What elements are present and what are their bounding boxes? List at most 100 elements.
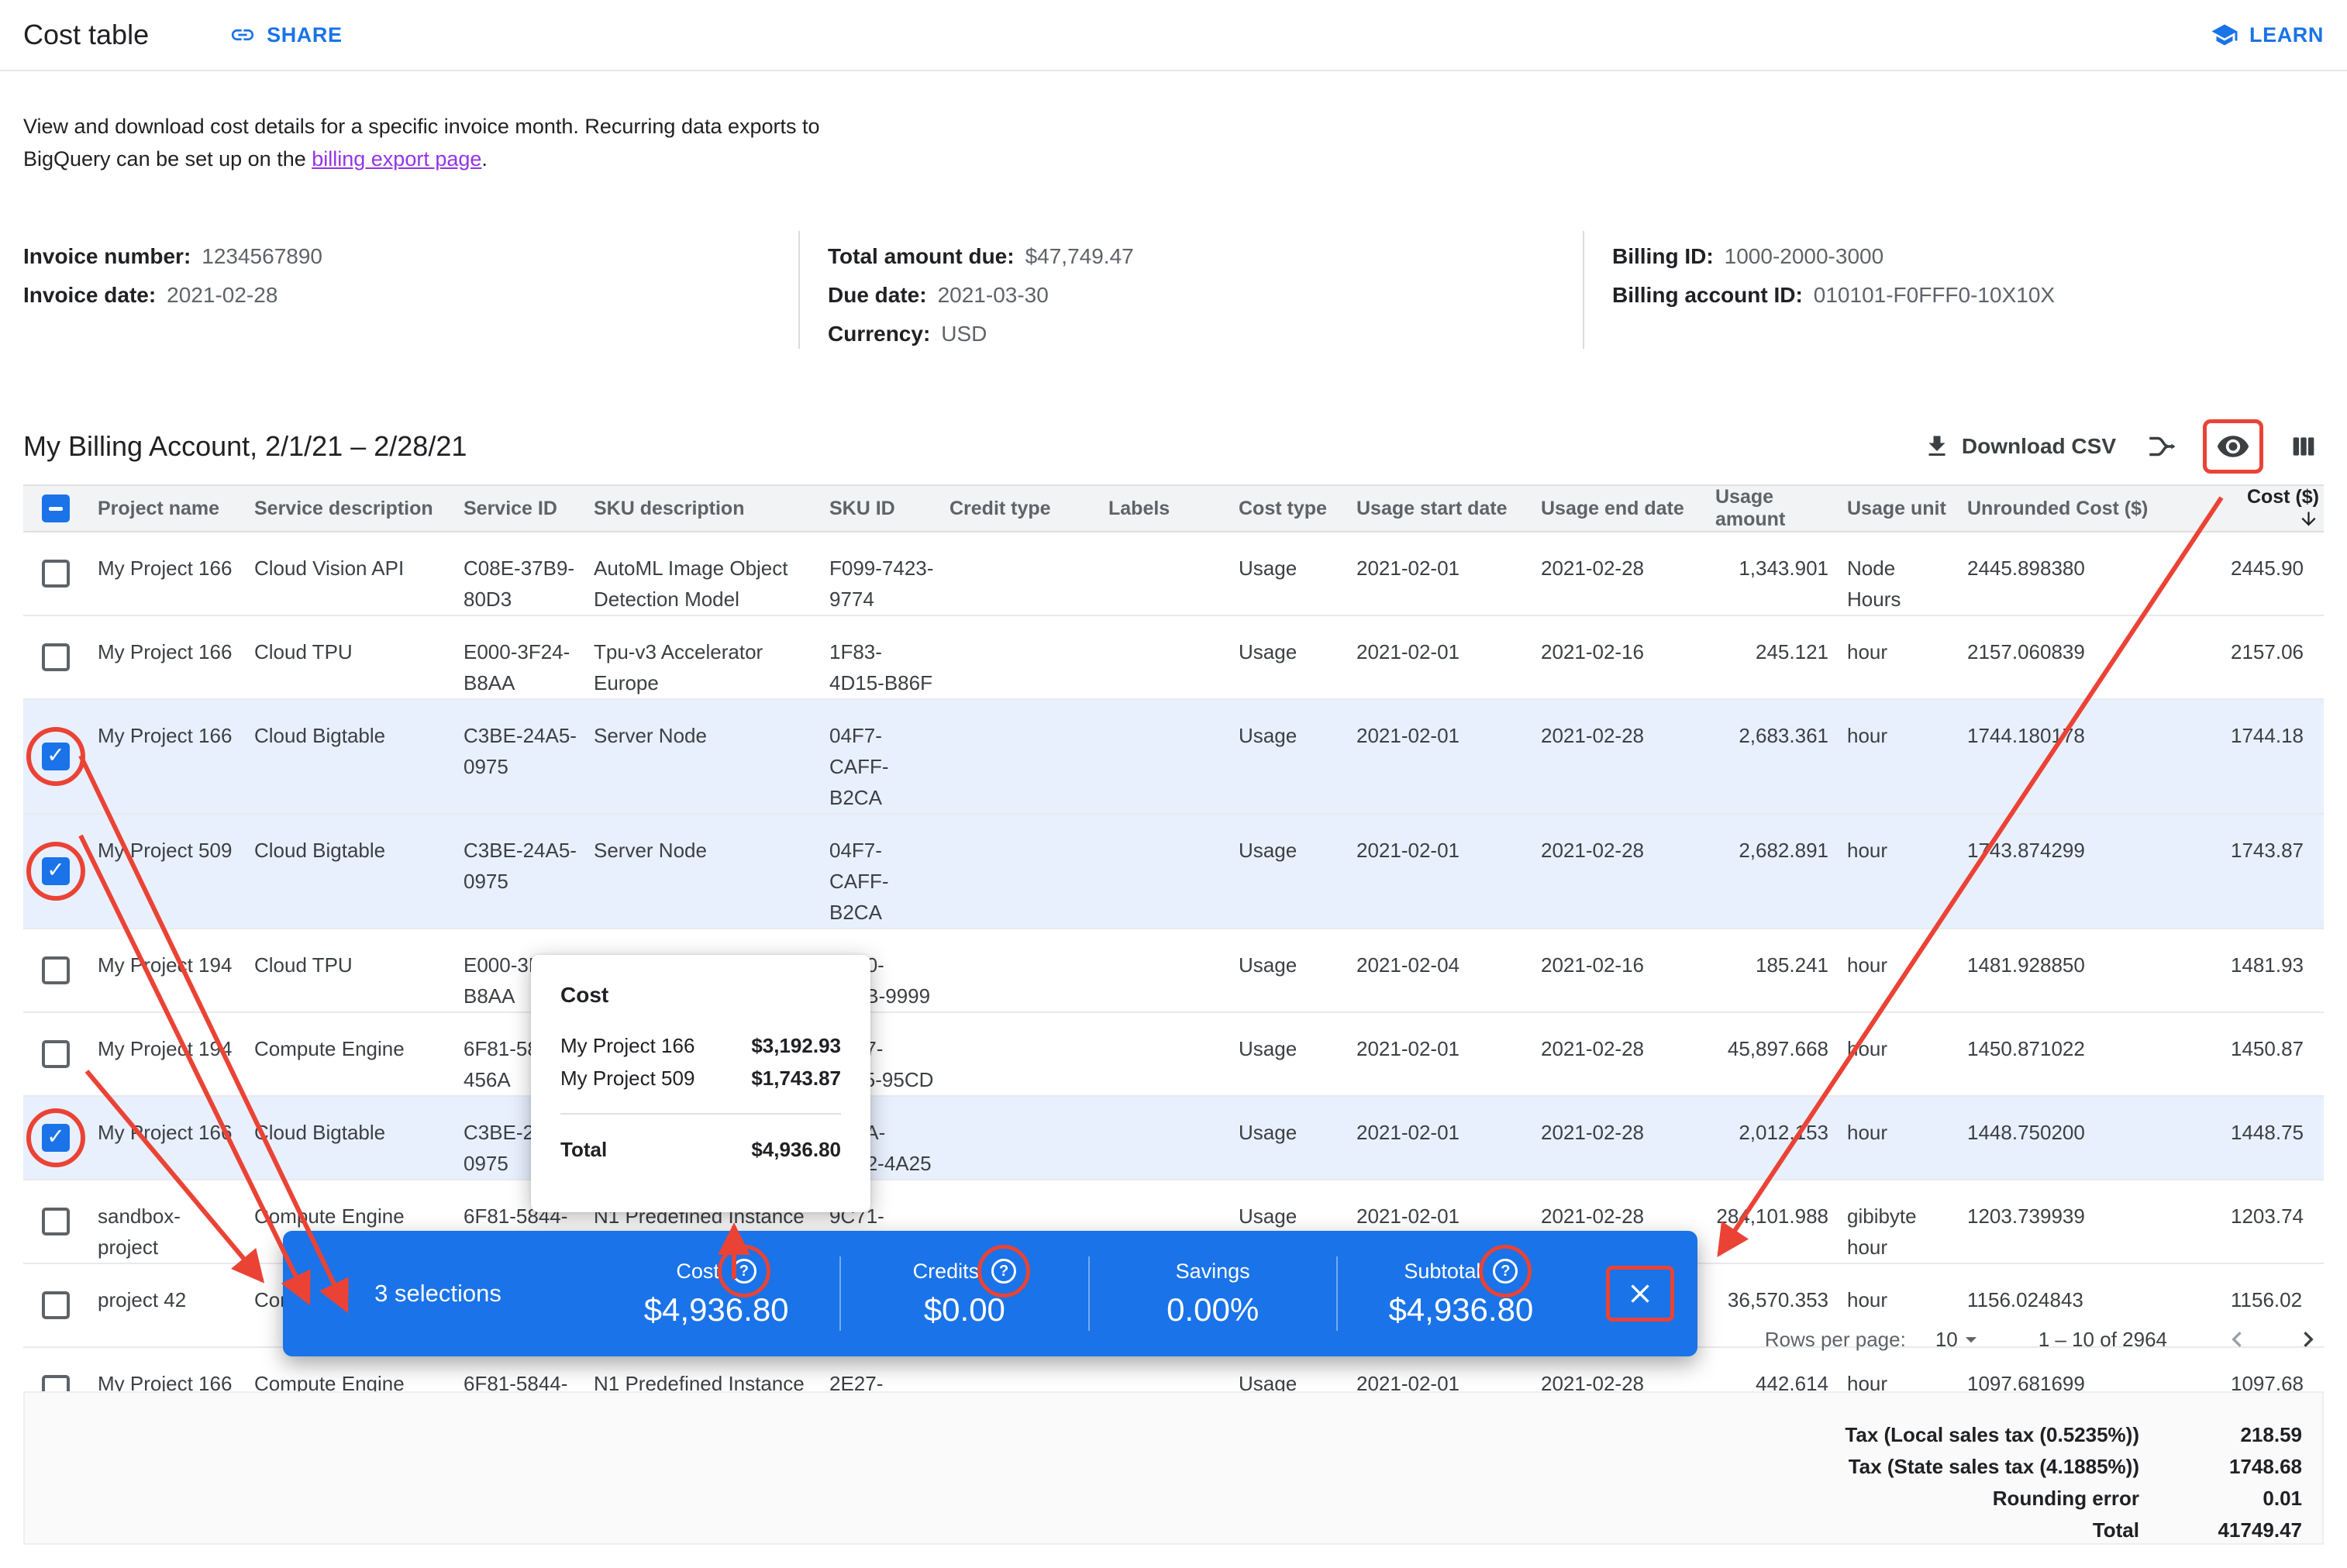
selection-metric-savings: Savings 0.00% [1088, 1256, 1336, 1331]
column-header-project-name[interactable]: Project name [98, 485, 254, 532]
metric-label: Savings [1176, 1260, 1250, 1284]
download-csv-label: Download CSV [1962, 434, 2116, 459]
columns-button[interactable] [2283, 426, 2324, 467]
cell-service-description: Cloud Vision API [254, 532, 464, 615]
previous-page-button[interactable] [2221, 1324, 2252, 1355]
learn-button[interactable]: LEARN [2211, 21, 2324, 49]
row-checkbox[interactable] [42, 1040, 70, 1068]
next-page-button[interactable] [2293, 1324, 2324, 1355]
help-icon[interactable]: ? [1493, 1259, 1518, 1284]
column-header-sku-id[interactable]: SKU ID [829, 485, 949, 532]
totals-value: 1748.68 [2139, 1451, 2302, 1483]
cell-cost-type: Usage [1239, 929, 1356, 1012]
field-label: Total amount due: [828, 244, 1015, 268]
cell-labels [1108, 1012, 1239, 1096]
field-label: Billing account ID: [1612, 283, 1803, 307]
cell-cost: 2445.90 [2231, 532, 2324, 615]
cell-usage-unit: hour [1847, 1012, 1967, 1096]
share-button[interactable]: SHARE [229, 22, 343, 48]
share-label: SHARE [267, 23, 343, 47]
help-icon[interactable]: ? [991, 1259, 1016, 1284]
selection-count: 3 selections [283, 1280, 593, 1308]
table-header-row: Project name Service description Service… [23, 485, 2324, 532]
cell-sku-id: 1F83-4D15-B86F [829, 615, 949, 699]
rows-per-page-select[interactable]: 10 [1935, 1326, 1984, 1353]
column-header-labels[interactable]: Labels [1108, 485, 1239, 532]
column-header-usage-amount[interactable]: Usage amount [1715, 485, 1847, 532]
column-header-usage-end-date[interactable]: Usage end date [1541, 485, 1715, 532]
totals-label: Rounding error [1993, 1483, 2139, 1515]
cell-usage-end-date: 2021-02-28 [1541, 814, 1715, 929]
table-row: My Project 166 Cloud Bigtable C3BE-24A5-… [23, 1096, 2324, 1180]
invoice-column-1: Invoice number:1234567890 Invoice date:2… [23, 231, 798, 349]
column-header-cost-type[interactable]: Cost type [1239, 485, 1356, 532]
cell-cost: 1203.74 [2231, 1180, 2324, 1263]
metric-value: 0.00% [1167, 1291, 1259, 1328]
row-checkbox[interactable] [42, 1208, 70, 1235]
close-selection-button[interactable] [1606, 1266, 1674, 1322]
totals-value: 218.59 [2139, 1419, 2302, 1451]
billing-export-link[interactable]: billing export page [312, 147, 481, 171]
chevron-right-icon [2293, 1324, 2324, 1355]
metric-value: $0.00 [924, 1291, 1005, 1328]
field-label: Invoice number: [23, 244, 191, 268]
tooltip-project: My Project 166 [560, 1029, 694, 1062]
row-checkbox[interactable] [42, 643, 70, 671]
row-checkbox[interactable] [42, 560, 70, 588]
totals-value: 0.01 [2139, 1483, 2302, 1515]
tooltip-row: My Project 509$1,743.87 [560, 1062, 841, 1094]
cell-usage-unit: hour [1847, 615, 1967, 699]
table-row: My Project 509 Cloud Bigtable C3BE-24A5-… [23, 814, 2324, 929]
tooltip-value: $3,192.93 [751, 1029, 841, 1062]
column-header-service-id[interactable]: Service ID [464, 485, 594, 532]
row-checkbox[interactable] [42, 1291, 70, 1319]
billing-account-title: My Billing Account, 2/1/21 – 2/28/21 [23, 430, 467, 463]
tooltip-project: My Project 509 [560, 1062, 694, 1094]
cell-service-description: Cloud Bigtable [254, 699, 464, 814]
column-header-credit-type[interactable]: Credit type [949, 485, 1108, 532]
cell-sku-id: F099-7423-9774 [829, 532, 949, 615]
cell-usage-unit: hour [1847, 1096, 1967, 1180]
invoice-field: Total amount due:$47,749.47 [828, 237, 1583, 276]
column-header-unrounded-cost[interactable]: Unrounded Cost ($) [1967, 485, 2231, 532]
cell-usage-unit: hour [1847, 929, 1967, 1012]
totals-row: Rounding error0.01 [25, 1483, 2302, 1515]
row-checkbox[interactable] [42, 956, 70, 984]
cell-cost: 1744.18 [2231, 699, 2324, 814]
sankey-chart-button[interactable] [2141, 426, 2183, 467]
field-value: 1000-2000-3000 [1725, 244, 1884, 268]
chevron-left-icon [2221, 1324, 2252, 1355]
cell-service-id: E000-3F24-B8AA [464, 615, 594, 699]
cell-usage-amount: 185.241 [1715, 929, 1847, 1012]
close-icon [1625, 1278, 1656, 1309]
cell-usage-start-date: 2021-02-01 [1356, 615, 1541, 699]
column-header-cost[interactable]: Cost ($) [2231, 485, 2324, 532]
cell-usage-unit: Node Hours [1847, 532, 1967, 615]
invoice-field: Billing ID:1000-2000-3000 [1612, 237, 2324, 276]
eye-button[interactable] [2203, 419, 2263, 474]
table-row: My Project 166 Cloud TPU E000-3F24-B8AA … [23, 615, 2324, 699]
download-csv-button[interactable]: Download CSV [1918, 428, 2121, 465]
cell-cost-type: Usage [1239, 814, 1356, 929]
column-header-usage-start-date[interactable]: Usage start date [1356, 485, 1541, 532]
cell-unrounded-cost: 2157.060839 [1967, 615, 2231, 699]
column-header-service-description[interactable]: Service description [254, 485, 464, 532]
cell-usage-start-date: 2021-02-01 [1356, 814, 1541, 929]
row-checkbox[interactable] [42, 1124, 70, 1152]
cell-cost: 2157.06 [2231, 615, 2324, 699]
select-all-checkbox[interactable] [42, 495, 70, 522]
cell-usage-amount: 284,101.988 [1715, 1180, 1847, 1263]
table-row: My Project 194 Cloud TPU E000-3F24-B8AA … [23, 929, 2324, 1012]
dropdown-arrow-icon [1958, 1326, 1984, 1353]
column-header-usage-unit[interactable]: Usage unit [1847, 485, 1967, 532]
cell-unrounded-cost: 1744.180178 [1967, 699, 2231, 814]
row-checkbox[interactable] [42, 743, 70, 770]
invoice-field: Invoice number:1234567890 [23, 237, 798, 276]
cell-usage-unit: hour [1847, 814, 1967, 929]
cell-labels [1108, 929, 1239, 1012]
column-header-sku-description[interactable]: SKU description [594, 485, 829, 532]
help-icon[interactable]: ? [732, 1259, 756, 1284]
tax-totals: Tax (Local sales tax (0.5235%))218.59 Ta… [23, 1391, 2324, 1545]
row-checkbox[interactable] [42, 857, 70, 885]
tooltip-row: My Project 166 $3,192.93 [560, 1029, 841, 1062]
